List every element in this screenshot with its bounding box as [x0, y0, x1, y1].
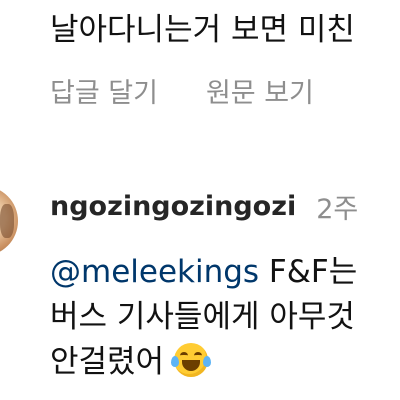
previous-comment-actions: 답글 달기 원문 보기 [50, 70, 314, 110]
comment-line-1-text: F&F는 [259, 254, 358, 290]
comment-line-3-text: 안걸렸어 [50, 344, 165, 380]
face-with-tears-of-joy-icon [171, 343, 212, 377]
comment-line-3: 안걸렸어 [50, 340, 357, 385]
comment-line-1: @meleekings F&F는 [50, 250, 357, 295]
reply-button[interactable]: 답글 달기 [50, 71, 158, 110]
comment-thread: 날아다니는거 보면 미친 답글 달기 원문 보기 ngozingozingozi… [0, 0, 400, 400]
comment-username[interactable]: ngozingozingozi [50, 191, 296, 222]
mention-link[interactable]: @meleekings [50, 254, 259, 290]
comment-line-2: 버스 기사들에게 아무것 [50, 299, 355, 335]
comment-body: @meleekings F&F는 버스 기사들에게 아무것 안걸렸어 [50, 250, 357, 385]
avatar-shade [0, 204, 14, 238]
comment-timestamp: 2주 [316, 193, 359, 225]
view-original-button[interactable]: 원문 보기 [206, 71, 314, 110]
comment-header: ngozingozingozi 2주 [50, 186, 358, 226]
previous-comment-text: 날아다니는거 보면 미친 [50, 12, 355, 48]
avatar[interactable] [0, 186, 18, 256]
